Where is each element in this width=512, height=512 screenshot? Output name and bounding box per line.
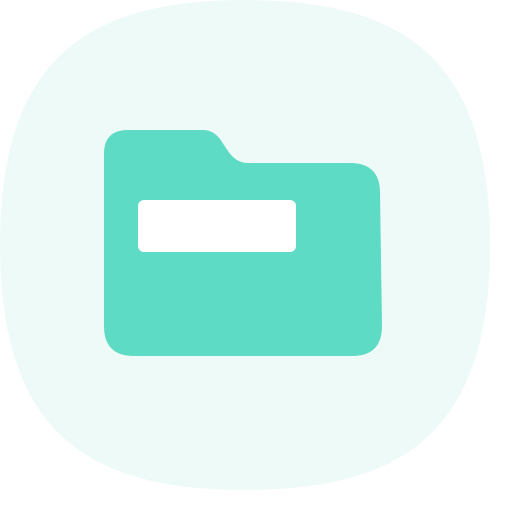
folder-app-icon[interactable] — [0, 0, 490, 490]
folder-label-tab — [138, 200, 296, 252]
icon-canvas — [0, 0, 512, 512]
